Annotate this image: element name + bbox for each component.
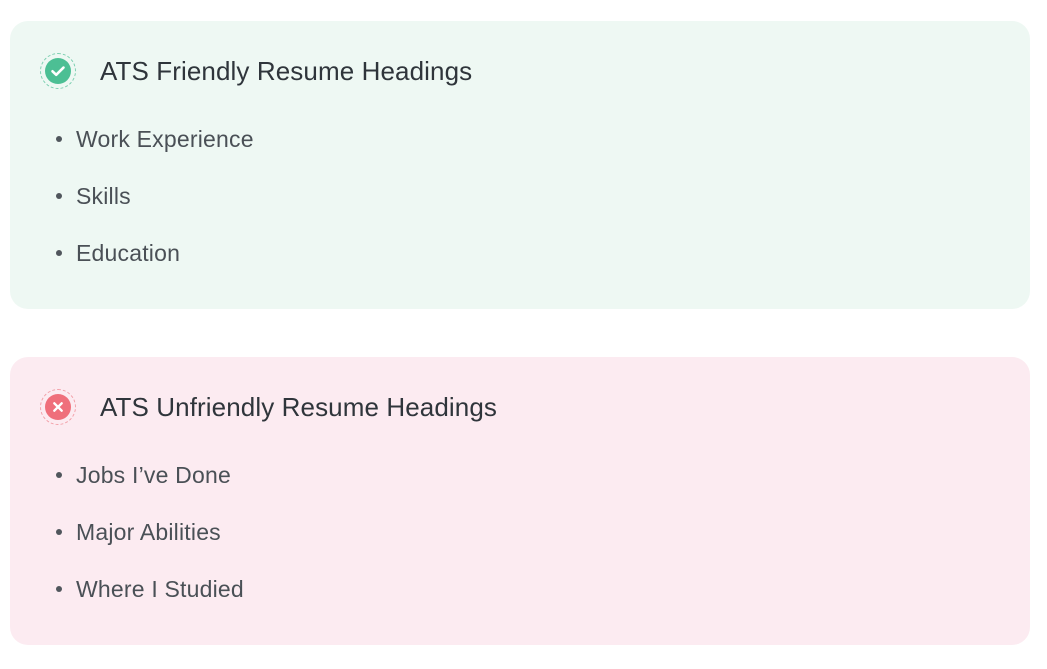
check-circle-icon (40, 53, 76, 89)
ats-friendly-title: ATS Friendly Resume Headings (100, 56, 473, 86)
list-item: Skills (56, 178, 254, 235)
bullet-icon (56, 193, 62, 199)
ats-unfriendly-card: ATS Unfriendly Resume Headings Jobs I’ve… (10, 357, 1030, 645)
ats-friendly-card: ATS Friendly Resume Headings Work Experi… (10, 21, 1030, 309)
list-item: Work Experience (56, 121, 254, 178)
bullet-icon (56, 472, 62, 478)
ats-friendly-list: Work Experience Skills Education (56, 121, 254, 292)
list-item: Major Abilities (56, 514, 244, 571)
bullet-icon (56, 250, 62, 256)
list-item-label: Skills (76, 183, 131, 209)
list-item-label: Major Abilities (76, 519, 221, 545)
bullet-icon (56, 586, 62, 592)
ats-friendly-header: ATS Friendly Resume Headings (40, 53, 472, 89)
list-item-label: Education (76, 240, 181, 266)
bullet-icon (56, 136, 62, 142)
ats-unfriendly-header: ATS Unfriendly Resume Headings (40, 389, 497, 425)
ats-unfriendly-list: Jobs I’ve Done Major Abilities Where I S… (56, 457, 244, 628)
list-item: Jobs I’ve Done (56, 457, 244, 514)
x-circle-icon (40, 389, 76, 425)
ats-unfriendly-title: ATS Unfriendly Resume Headings (100, 392, 498, 422)
list-item: Where I Studied (56, 571, 244, 628)
bullet-icon (56, 529, 62, 535)
list-item-label: Work Experience (76, 126, 254, 152)
list-item-label: Where I Studied (76, 576, 244, 602)
list-item-label: Jobs I’ve Done (76, 462, 231, 488)
list-item: Education (56, 235, 254, 292)
